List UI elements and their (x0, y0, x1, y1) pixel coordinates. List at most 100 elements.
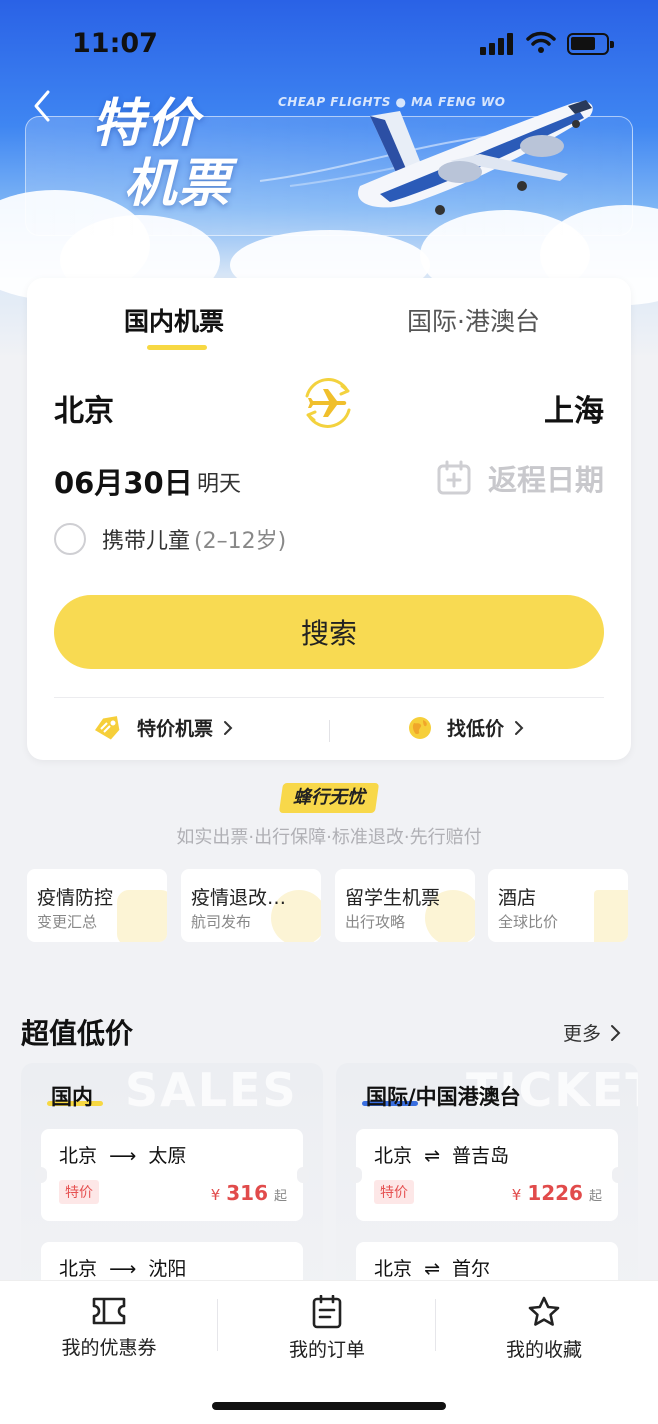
slogan-badge: 蜂行无忧 (278, 783, 380, 813)
banner-subtitle: CHEAP FLIGHTS ● MA FENG WO (278, 95, 506, 109)
flight-search-card: 国内机票 国际·港澳台 北京 上海 06月30日 明天 返程日期 携带儿童 (2… (27, 278, 631, 760)
column-title[interactable]: 国内 (51, 1081, 93, 1111)
service-student-tickets[interactable]: 留学生机票 出行攻略 (335, 869, 475, 942)
special-fares-link[interactable]: 特价机票 (93, 714, 233, 741)
nav-separator (217, 1299, 218, 1351)
service-refund-policy[interactable]: 疫情退改… 航司发布 (181, 869, 321, 942)
service-hotels[interactable]: 酒店 全球比价 (488, 869, 628, 942)
departure-date[interactable]: 06月30日 (54, 460, 193, 502)
international-deals-column: TICKET 国际/中国港澳台 北京 ⇌ 普吉岛 特价 ¥ 1226 起 北京 … (336, 1063, 638, 1303)
special-fares-label: 特价机票 (137, 718, 214, 740)
child-option-age: (2–12岁) (194, 529, 287, 554)
route-from: 北京 (59, 1145, 98, 1167)
price-currency: ¥ (511, 1186, 522, 1204)
deal-route: 北京 ⇌ 首尔 (374, 1254, 490, 1281)
deal-card[interactable]: 北京 ⟶ 太原 特价 ¥ 316 起 (35, 1129, 309, 1221)
deal-price: ¥ 316 起 (211, 1181, 287, 1205)
chevron-right-icon (611, 1024, 621, 1041)
globe-icon (409, 716, 431, 739)
star-icon (528, 1296, 560, 1326)
chevron-right-icon (224, 720, 233, 735)
domestic-deals-column: SALES 国内 北京 ⟶ 太原 特价 ¥ 316 起 北京 ⟶ 沈阳 (21, 1063, 323, 1303)
service-subtitle: 全球比价 (498, 913, 559, 931)
calendar-add-icon (437, 460, 471, 495)
column-title[interactable]: 国际/中国港澳台 (366, 1081, 521, 1111)
round-trip-arrow-icon: ⇌ (424, 1145, 440, 1167)
service-title: 酒店 (498, 887, 537, 909)
quick-links-separator (329, 720, 330, 742)
service-epidemic-control[interactable]: 疫情防控 变更汇总 (27, 869, 167, 942)
nav-my-coupons[interactable]: 我的优惠券 (9, 1295, 209, 1360)
price-suffix: 起 (273, 1189, 287, 1204)
tab-international[interactable]: 国际·港澳台 (407, 302, 540, 338)
deal-route: 北京 ⟶ 太原 (59, 1141, 186, 1168)
arrival-city[interactable]: 上海 (544, 386, 604, 430)
tab-domestic[interactable]: 国内机票 (124, 302, 224, 338)
departure-date-hint: 明天 (197, 472, 242, 497)
route-to: 首尔 (452, 1258, 491, 1280)
nav-my-orders[interactable]: 我的订单 (227, 1295, 427, 1362)
return-date-placeholder: 返程日期 (487, 463, 604, 497)
departure-city[interactable]: 北京 (54, 386, 114, 430)
search-button[interactable]: 搜索 (54, 595, 604, 669)
deal-route: 北京 ⟶ 沈阳 (59, 1254, 186, 1281)
back-arrow-icon[interactable] (28, 88, 58, 124)
swap-cities-icon[interactable] (295, 370, 361, 436)
service-decoration (117, 890, 167, 942)
price-amount: 316 (226, 1181, 268, 1205)
home-indicator (212, 1402, 446, 1410)
one-way-arrow-icon: ⟶ (109, 1145, 137, 1167)
service-title: 留学生机票 (345, 887, 441, 909)
order-icon (312, 1295, 342, 1329)
active-tab-indicator (147, 345, 207, 350)
service-title: 疫情退改… (191, 887, 287, 909)
route-from: 北京 (374, 1258, 413, 1280)
price-currency: ¥ (210, 1186, 221, 1204)
route-from: 北京 (374, 1145, 413, 1167)
chevron-right-icon (515, 720, 524, 735)
tag-icon (95, 715, 120, 739)
nav-label: 我的收藏 (505, 1339, 582, 1361)
one-way-arrow-icon: ⟶ (109, 1258, 137, 1280)
deal-route: 北京 ⇌ 普吉岛 (374, 1141, 509, 1168)
battery-icon (567, 33, 614, 55)
find-low-price-label: 找低价 (447, 718, 505, 740)
banner-title-line2: 机票 (124, 154, 233, 214)
route-to: 太原 (148, 1145, 187, 1167)
nav-my-favorites[interactable]: 我的收藏 (444, 1295, 644, 1362)
service-subtitle: 变更汇总 (37, 913, 98, 931)
coupon-icon (92, 1297, 126, 1325)
return-date-button[interactable]: 返程日期 (436, 460, 604, 497)
child-radio[interactable] (54, 523, 86, 555)
nav-separator (435, 1299, 436, 1351)
banner-title: 特价 机票 (92, 94, 272, 214)
more-deals-link[interactable]: 更多 (563, 1019, 621, 1046)
service-subtitle: 出行攻略 (345, 913, 406, 931)
nav-label: 我的订单 (288, 1339, 365, 1361)
column-watermark: SALES (125, 1063, 298, 1117)
wifi-icon (526, 31, 556, 53)
route-to: 沈阳 (148, 1258, 187, 1280)
round-trip-arrow-icon: ⇌ (424, 1258, 440, 1280)
service-subtitle: 航司发布 (191, 913, 252, 931)
price-amount: 1226 (527, 1181, 583, 1205)
nav-label: 我的优惠券 (61, 1337, 157, 1359)
slogan-text: 如实出票·出行保障·标准退改·先行赔付 (176, 827, 482, 848)
child-passenger-option[interactable]: 携带儿童 (2–12岁) (54, 523, 286, 555)
special-tag: 特价 (374, 1180, 414, 1204)
deal-price: ¥ 1226 起 (512, 1181, 602, 1205)
price-suffix: 起 (588, 1189, 602, 1204)
deals-section-title: 超值低价 (21, 1017, 134, 1050)
deal-card[interactable]: 北京 ⇌ 普吉岛 特价 ¥ 1226 起 (350, 1129, 624, 1221)
child-option-label: 携带儿童 (102, 529, 191, 554)
route-to: 普吉岛 (452, 1145, 510, 1167)
find-low-price-link[interactable]: 找低价 (407, 714, 524, 741)
special-tag: 特价 (59, 1180, 99, 1204)
more-label: 更多 (563, 1023, 602, 1045)
status-time: 11:07 (72, 28, 158, 59)
service-title: 疫情防控 (37, 887, 114, 909)
card-divider (54, 697, 604, 698)
slogan-badge-text: 蜂行无忧 (293, 787, 365, 808)
status-bar: 11:07 (0, 0, 658, 88)
route-from: 北京 (59, 1258, 98, 1280)
